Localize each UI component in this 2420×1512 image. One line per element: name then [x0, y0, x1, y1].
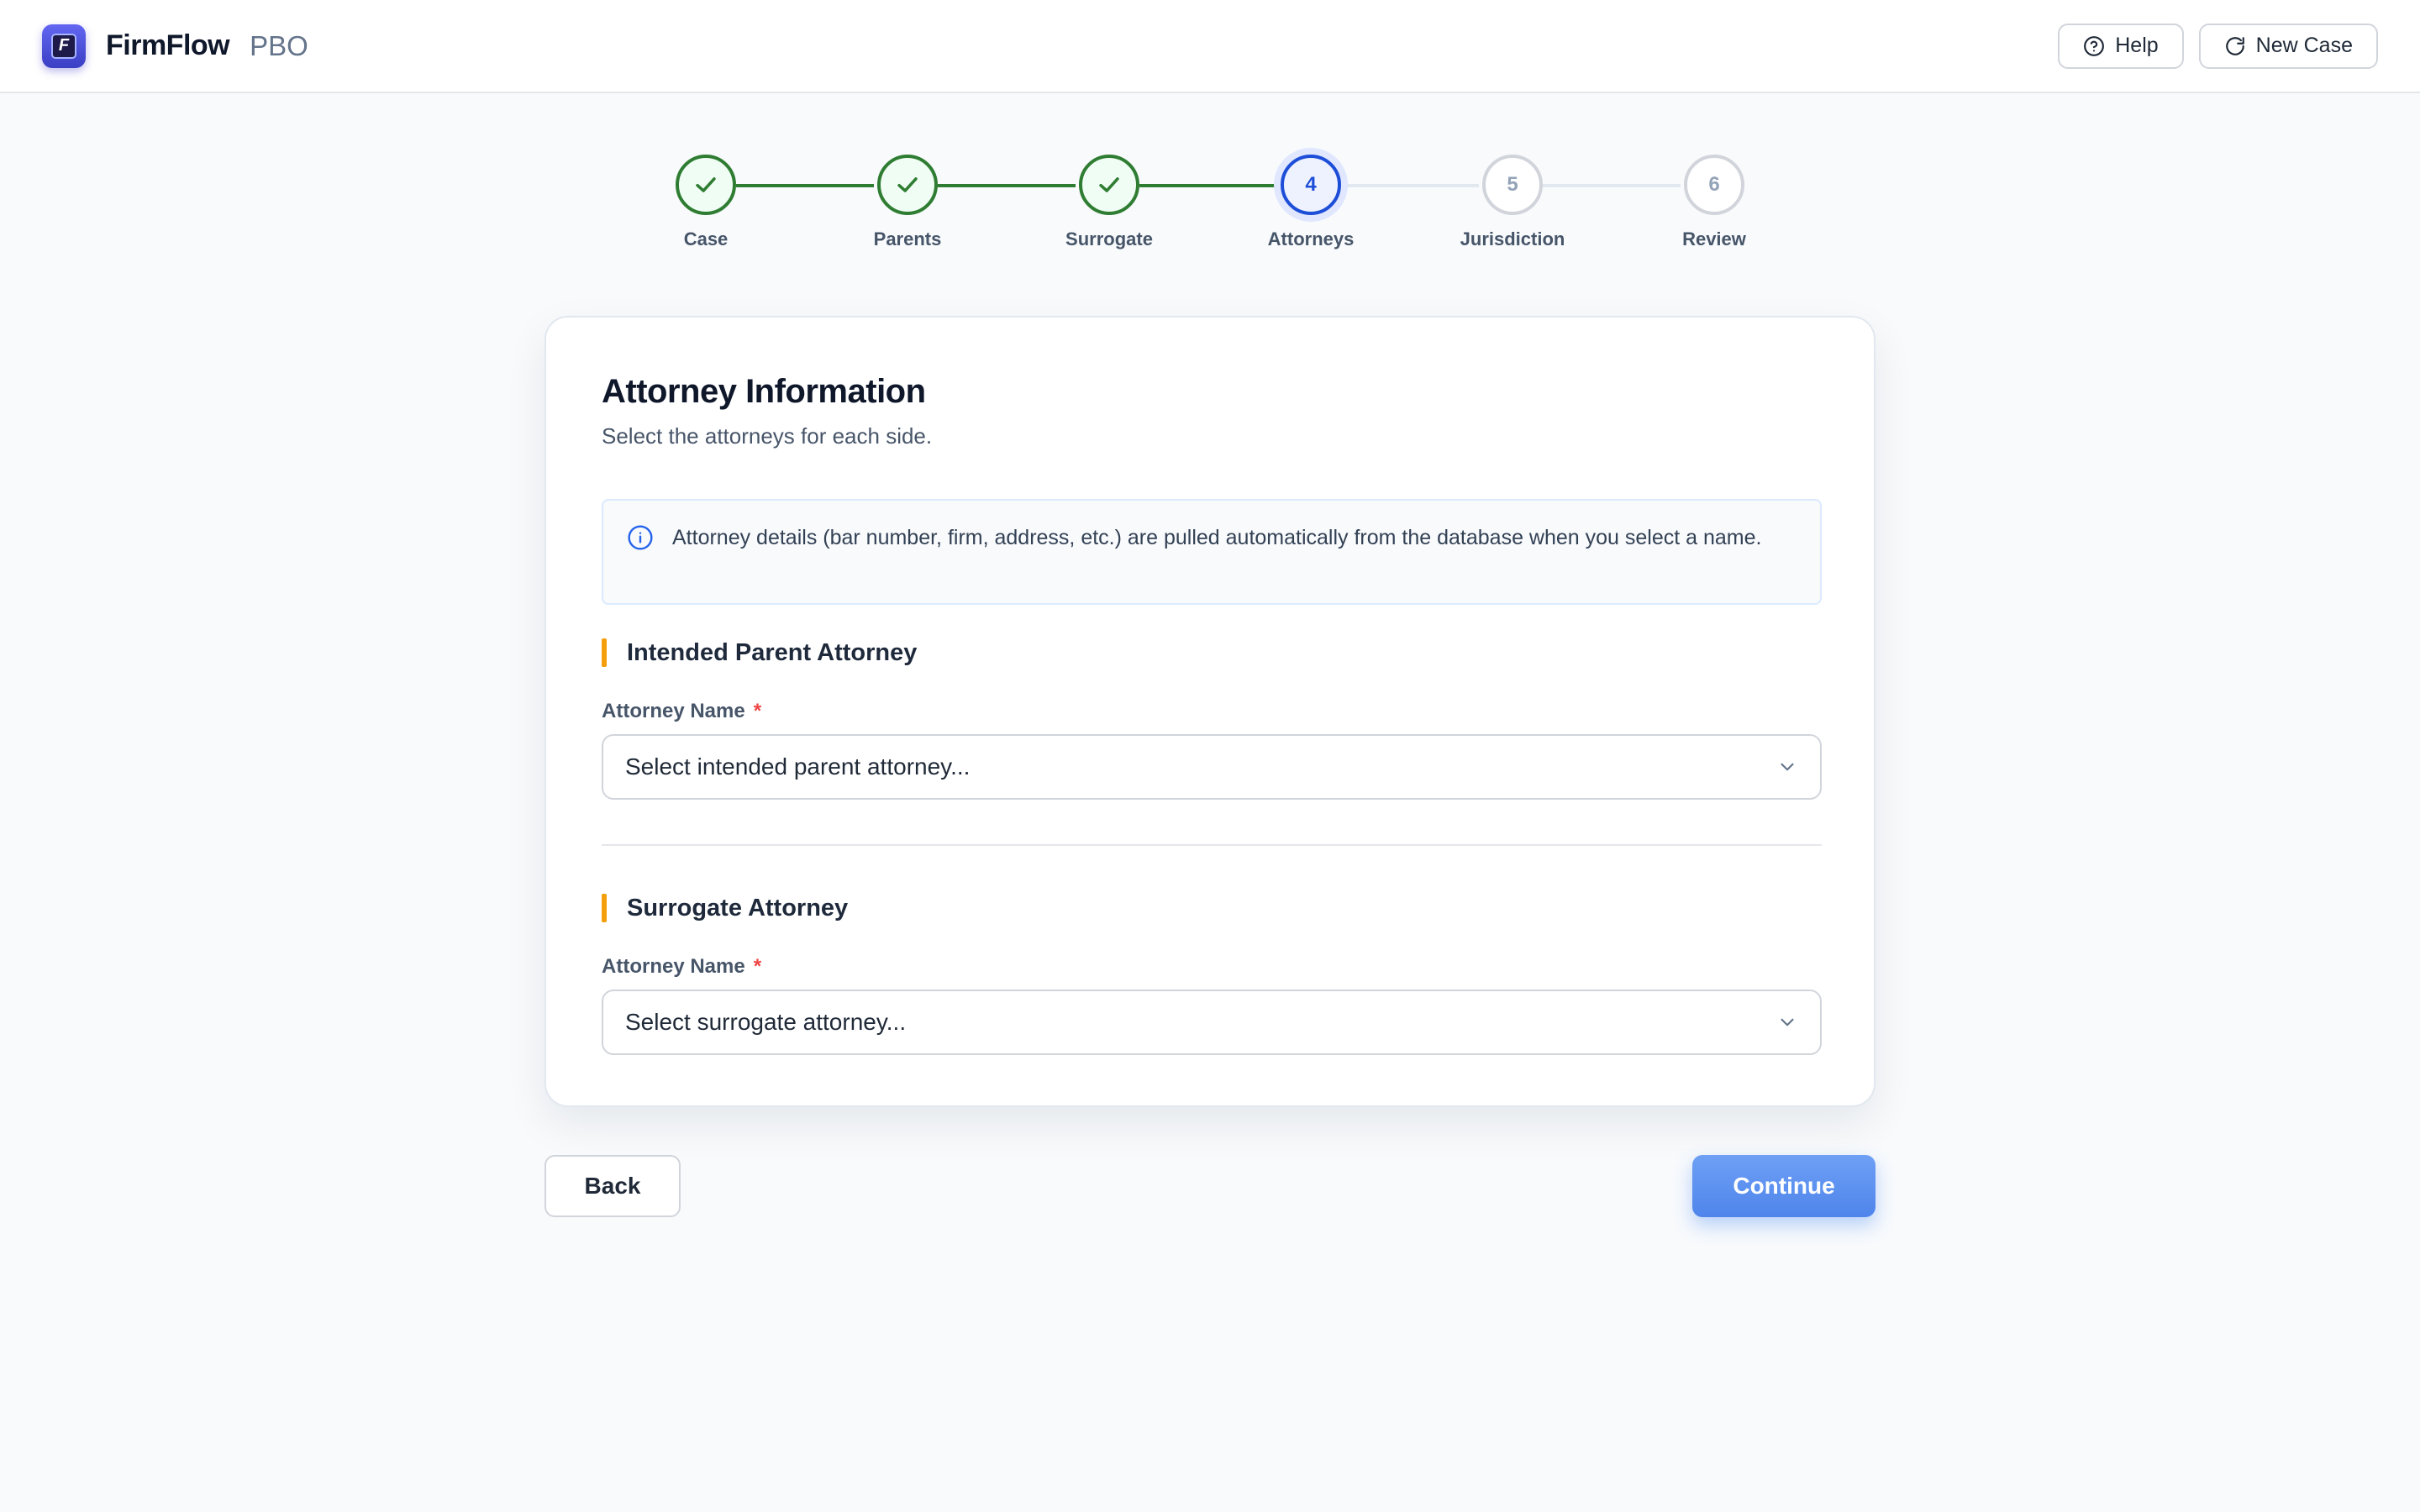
step-parents[interactable]: [877, 155, 938, 215]
step-connector: [938, 184, 1076, 187]
section-accent-bar: [602, 894, 607, 922]
section-accent-bar: [602, 638, 607, 667]
required-mark: *: [753, 955, 762, 978]
step-jurisdiction[interactable]: 5: [1482, 155, 1543, 215]
field-label-text: Attorney Name: [602, 700, 745, 722]
chevron-down-icon: [1781, 763, 1794, 771]
step-connector: [1341, 184, 1479, 187]
surrogate-attorney-select[interactable]: Select surrogate attorney...: [602, 990, 1822, 1055]
step-label-review: Review: [1682, 228, 1746, 249]
section-divider: [602, 844, 1822, 846]
step-case[interactable]: [676, 155, 736, 215]
section-title: Intended Parent Attorney: [627, 638, 918, 666]
section-title: Surrogate Attorney: [627, 894, 849, 921]
field-label-text: Attorney Name: [602, 955, 745, 978]
info-banner: Attorney details (bar number, firm, addr…: [602, 499, 1822, 605]
step-surrogate[interactable]: [1079, 155, 1139, 215]
step-label-jurisdiction: Jurisdiction: [1460, 228, 1565, 249]
intended-parent-attorney-select[interactable]: Select intended parent attorney...: [602, 734, 1822, 800]
progress-stepper: Case Parents Surrogate 4 Attorneys 5 Jur…: [0, 0, 2420, 269]
step-label-case: Case: [683, 228, 729, 249]
chevron-down-icon: [1781, 1018, 1794, 1026]
check-icon: [696, 177, 716, 192]
step-connector: [1543, 184, 1681, 187]
step-connector: [736, 184, 874, 187]
step-label-attorneys: Attorneys: [1267, 228, 1355, 249]
field-label-intended-parent-attorney: Attorney Name *: [602, 700, 761, 723]
page-subtitle: Select the attorneys for each side.: [602, 423, 933, 449]
step-label-parents: Parents: [873, 228, 942, 249]
section-surrogate-attorney: Surrogate Attorney: [602, 894, 848, 922]
step-review[interactable]: 6: [1684, 155, 1744, 215]
info-icon: [628, 525, 653, 550]
attorney-form-card: Attorney Information Select the attorney…: [544, 316, 1876, 1107]
page-title: Attorney Information: [602, 373, 926, 410]
check-icon: [1099, 177, 1119, 192]
field-label-surrogate-attorney: Attorney Name *: [602, 955, 761, 979]
info-banner-text: Attorney details (bar number, firm, addr…: [672, 526, 1762, 549]
select-placeholder: Select surrogate attorney...: [625, 1009, 907, 1035]
section-intended-parent-attorney: Intended Parent Attorney: [602, 638, 917, 667]
check-icon: [897, 177, 918, 192]
back-button[interactable]: Back: [544, 1155, 681, 1217]
continue-button[interactable]: Continue: [1692, 1155, 1876, 1217]
select-placeholder: Select intended parent attorney...: [625, 753, 971, 780]
step-label-surrogate: Surrogate: [1065, 228, 1153, 249]
step-attorneys[interactable]: 4: [1281, 155, 1341, 215]
required-mark: *: [753, 700, 762, 722]
step-connector: [1139, 184, 1277, 187]
